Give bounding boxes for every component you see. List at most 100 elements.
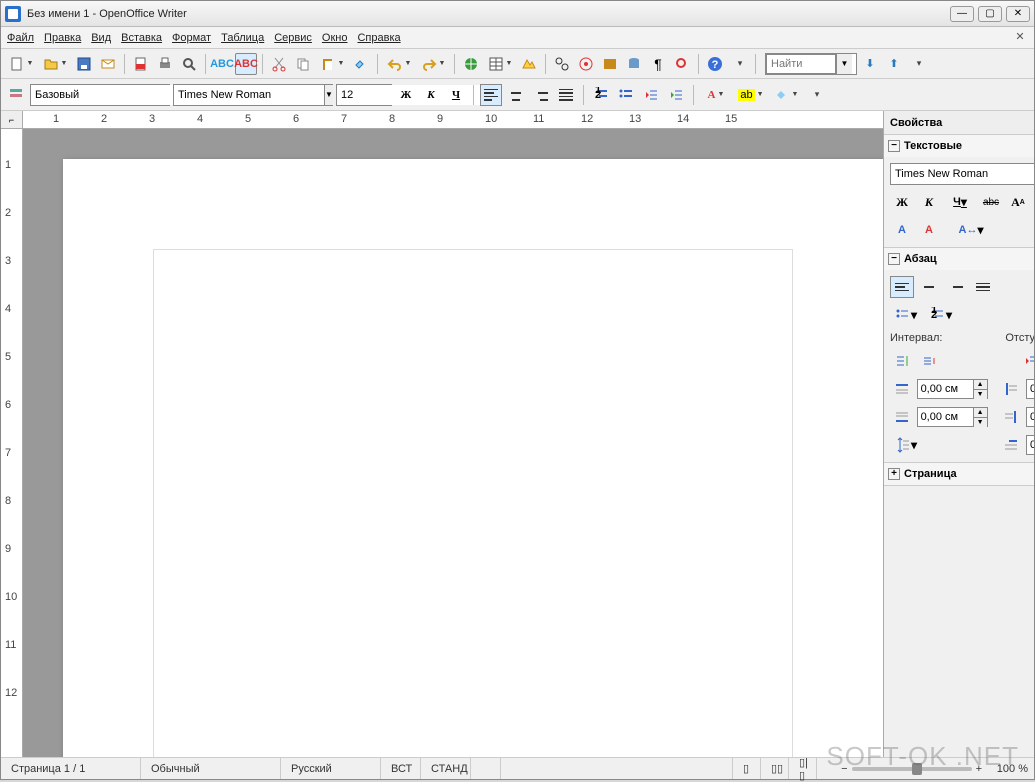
firstline-spinner[interactable]: ▲▼ (1026, 435, 1034, 455)
menu-tools[interactable]: Сервис (274, 32, 312, 44)
status-page[interactable]: Страница 1 / 1 (1, 758, 141, 779)
find-dropdown[interactable]: ▼ (836, 54, 852, 74)
zoom-in-icon[interactable]: + (976, 763, 982, 775)
align-justify-button[interactable] (555, 84, 577, 106)
text-effect2-button[interactable]: A (917, 219, 941, 241)
side-underline-button[interactable]: Ч ▾ (944, 191, 976, 213)
para-section-header[interactable]: − Абзац (884, 248, 1034, 270)
indent-dec-button[interactable] (1019, 350, 1034, 372)
nonprinting-button[interactable]: ¶ (647, 53, 669, 75)
zoom-slider[interactable]: − + 100 % (817, 763, 1034, 775)
save-button[interactable] (73, 53, 95, 75)
view-multi-button[interactable]: ▯▯ (761, 758, 789, 779)
menu-help[interactable]: Справка (357, 32, 400, 44)
font-color-button[interactable]: A▼ (700, 84, 732, 106)
help-button[interactable]: ? (704, 53, 726, 75)
pdf-export-button[interactable] (130, 53, 152, 75)
highlight-button[interactable]: ab▼ (735, 84, 767, 106)
side-align-justify[interactable] (971, 276, 995, 298)
numbered-list-button[interactable]: 12 (590, 84, 612, 106)
side-font-input[interactable] (891, 164, 1034, 184)
toolbar-overflow[interactable]: ▾ (728, 53, 750, 75)
redo-button[interactable]: ▼ (417, 53, 449, 75)
indent-right-spinner[interactable]: ▲▼ (1026, 407, 1034, 427)
cut-button[interactable] (268, 53, 290, 75)
spacing-inc-button[interactable] (890, 350, 914, 372)
side-bold-button[interactable]: Ж (890, 191, 914, 213)
undo-button[interactable]: ▼ (383, 53, 415, 75)
menu-format[interactable]: Формат (172, 32, 211, 44)
print-button[interactable] (154, 53, 176, 75)
status-insert[interactable]: ВСТ (381, 758, 421, 779)
italic-button[interactable]: К (420, 84, 442, 106)
open-button[interactable]: ▼ (39, 53, 71, 75)
find-next-button[interactable]: ⬇ (859, 53, 881, 75)
style-combo[interactable]: ▼ (30, 84, 170, 106)
email-button[interactable] (97, 53, 119, 75)
close-button[interactable]: ✕ (1006, 6, 1030, 22)
menu-edit[interactable]: Правка (44, 32, 81, 44)
text-section-header[interactable]: − Текстовые (884, 135, 1034, 157)
draw-button[interactable] (518, 53, 540, 75)
page[interactable] (63, 159, 883, 757)
menu-file[interactable]: Файл (7, 32, 34, 44)
gallery-button[interactable] (599, 53, 621, 75)
side-align-center[interactable] (917, 276, 941, 298)
status-lang[interactable]: Русский (281, 758, 381, 779)
find-overflow[interactable]: ▾ (907, 53, 929, 75)
side-numbers-button[interactable]: 12 ▾ (925, 304, 957, 326)
datasource-button[interactable] (623, 53, 645, 75)
align-left-button[interactable] (480, 84, 502, 106)
spellcheck-button[interactable]: ABC (211, 53, 233, 75)
indent-left-spinner[interactable]: ▲▼ (1026, 379, 1034, 399)
navigator-button[interactable] (575, 53, 597, 75)
zoom-value[interactable]: 100 % (986, 763, 1028, 775)
bgcolor-button[interactable]: ▼ (770, 84, 802, 106)
zoom-button[interactable] (671, 53, 693, 75)
font-arrow[interactable]: ▼ (324, 85, 333, 105)
side-fontcolor-button[interactable]: A ▾ (1030, 219, 1034, 241)
autospell-button[interactable]: ABC (235, 53, 257, 75)
menu-view[interactable]: Вид (91, 32, 111, 44)
status-style[interactable]: Обычный (141, 758, 281, 779)
bullet-list-button[interactable] (615, 84, 637, 106)
increase-indent-button[interactable] (665, 84, 687, 106)
decrease-indent-button[interactable] (640, 84, 662, 106)
space-above-spinner[interactable]: ▲▼ (917, 379, 988, 399)
maximize-button[interactable]: ▢ (978, 6, 1002, 22)
find-prev-button[interactable]: ⬆ (883, 53, 905, 75)
paste-button[interactable]: ▼ (316, 53, 348, 75)
minimize-button[interactable]: — (950, 6, 974, 22)
side-bullets-button[interactable]: ▾ (890, 304, 922, 326)
doc-close-button[interactable]: ✕ (1012, 30, 1028, 46)
spacing-dec-button[interactable] (917, 350, 941, 372)
view-single-button[interactable]: ▯ (733, 758, 761, 779)
format-paint-button[interactable] (350, 53, 372, 75)
underline-button[interactable]: Ч (445, 84, 467, 106)
space-below-spinner[interactable]: ▲▼ (917, 407, 988, 427)
preview-button[interactable] (178, 53, 200, 75)
font-combo[interactable]: ▼ (173, 84, 333, 106)
align-right-button[interactable] (530, 84, 552, 106)
page-section-header[interactable]: + Страница (884, 463, 1034, 485)
styles-button[interactable] (5, 84, 27, 106)
side-align-right[interactable] (944, 276, 968, 298)
table-button[interactable]: ▼ (484, 53, 516, 75)
editor-scroll[interactable] (23, 129, 883, 757)
find-replace-button[interactable] (551, 53, 573, 75)
copy-button[interactable] (292, 53, 314, 75)
hyperlink-button[interactable] (460, 53, 482, 75)
status-sig[interactable] (471, 758, 501, 779)
fmt-overflow[interactable]: ▾ (805, 84, 827, 106)
horizontal-ruler[interactable]: 123456789101112131415 (23, 111, 883, 128)
zoom-out-icon[interactable]: − (841, 763, 847, 775)
side-italic-button[interactable]: К (917, 191, 941, 213)
side-align-left[interactable] (890, 276, 914, 298)
view-book-button[interactable]: ▯|▯ (789, 758, 817, 779)
menu-insert[interactable]: Вставка (121, 32, 162, 44)
vertical-ruler[interactable]: 123456789101112 (1, 129, 23, 757)
status-mode[interactable]: СТАНД (421, 758, 471, 779)
size-combo[interactable]: ▼ (336, 84, 392, 106)
side-strike-button[interactable]: abc (979, 191, 1003, 213)
menu-table[interactable]: Таблица (221, 32, 264, 44)
